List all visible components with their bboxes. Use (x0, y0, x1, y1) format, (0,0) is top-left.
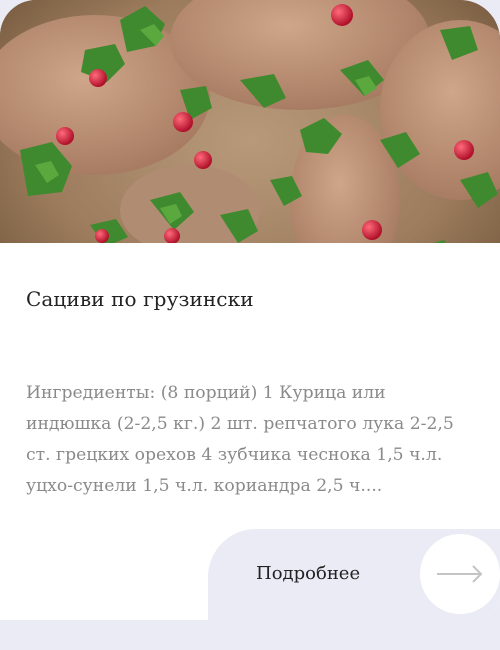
arrow-right-icon (437, 565, 483, 583)
recipe-description: Ингредиенты: (8 порций) 1 Курица или инд… (26, 383, 454, 496)
recipe-title[interactable]: Сациви по грузински (26, 287, 254, 311)
recipe-card[interactable]: Сациви по грузински Ингредиенты: (8 порц… (0, 0, 500, 620)
more-arrow-button[interactable] (420, 534, 500, 614)
more-link[interactable]: Подробнее (256, 563, 360, 584)
